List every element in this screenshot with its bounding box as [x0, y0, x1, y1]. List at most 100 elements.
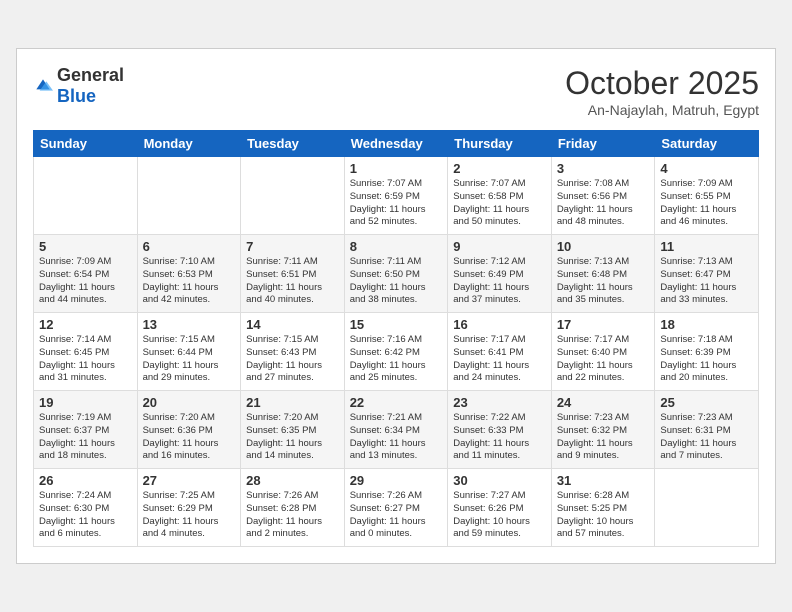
day-info: Sunrise: 7:22 AM Sunset: 6:33 PM Dayligh…: [453, 412, 546, 463]
calendar-cell: 18 Sunrise: 7:18 AM Sunset: 6:39 PM Dayli…: [655, 313, 759, 391]
day-info: Sunrise: 7:25 AM Sunset: 6:29 PM Dayligh…: [143, 490, 236, 541]
calendar-cell: 6 Sunrise: 7:10 AM Sunset: 6:53 PM Daylig…: [137, 235, 241, 313]
day-info: Sunrise: 7:27 AM Sunset: 6:26 PM Dayligh…: [453, 490, 546, 541]
calendar-cell: 10Sunrise: 7:13 AM Sunset: 6:48 PM Dayli…: [551, 235, 655, 313]
day-number: 8: [350, 239, 443, 254]
weekday-header-wednesday: Wednesday: [344, 131, 448, 157]
day-info: Sunrise: 7:14 AM Sunset: 6:45 PM Dayligh…: [39, 334, 132, 385]
day-info: Sunrise: 7:07 AM Sunset: 6:59 PM Dayligh…: [350, 178, 443, 229]
weekday-header-tuesday: Tuesday: [241, 131, 345, 157]
day-number: 22: [350, 395, 443, 410]
calendar-cell: 1 Sunrise: 7:07 AM Sunset: 6:59 PM Daylig…: [344, 157, 448, 235]
day-info: Sunrise: 7:10 AM Sunset: 6:53 PM Dayligh…: [143, 256, 236, 307]
calendar-cell: 8 Sunrise: 7:11 AM Sunset: 6:50 PM Daylig…: [344, 235, 448, 313]
week-row-2: 5 Sunrise: 7:09 AM Sunset: 6:54 PM Daylig…: [34, 235, 759, 313]
day-number: 7: [246, 239, 339, 254]
month-title: October 2025: [565, 65, 759, 102]
weekday-header-sunday: Sunday: [34, 131, 138, 157]
day-number: 4: [660, 161, 753, 176]
day-number: 31: [557, 473, 650, 488]
day-number: 19: [39, 395, 132, 410]
calendar-cell: [137, 157, 241, 235]
day-info: Sunrise: 7:26 AM Sunset: 6:28 PM Dayligh…: [246, 490, 339, 541]
day-info: Sunrise: 7:17 AM Sunset: 6:41 PM Dayligh…: [453, 334, 546, 385]
day-info: Sunrise: 7:09 AM Sunset: 6:54 PM Dayligh…: [39, 256, 132, 307]
day-number: 13: [143, 317, 236, 332]
calendar-cell: 13 Sunrise: 7:15 AM Sunset: 6:44 PM Dayli…: [137, 313, 241, 391]
day-number: 29: [350, 473, 443, 488]
day-number: 21: [246, 395, 339, 410]
calendar-cell: 2 Sunrise: 7:07 AM Sunset: 6:58 PM Daylig…: [448, 157, 552, 235]
calendar-cell: 26 Sunrise: 7:24 AM Sunset: 6:30 PM Dayli…: [34, 469, 138, 547]
calendar-cell: 19 Sunrise: 7:19 AM Sunset: 6:37 PM Dayli…: [34, 391, 138, 469]
calendar-cell: [655, 469, 759, 547]
day-info: Sunrise: 7:17 AM Sunset: 6:40 PM Dayligh…: [557, 334, 650, 385]
calendar-cell: 25Sunrise: 7:23 AM Sunset: 6:31 PM Dayli…: [655, 391, 759, 469]
weekday-header-friday: Friday: [551, 131, 655, 157]
calendar-cell: 9Sunrise: 7:12 AM Sunset: 6:49 PM Daylig…: [448, 235, 552, 313]
calendar-cell: 28Sunrise: 7:26 AM Sunset: 6:28 PM Dayli…: [241, 469, 345, 547]
calendar-cell: 4 Sunrise: 7:09 AM Sunset: 6:55 PM Daylig…: [655, 157, 759, 235]
day-info: Sunrise: 7:23 AM Sunset: 6:32 PM Dayligh…: [557, 412, 650, 463]
day-number: 23: [453, 395, 546, 410]
day-number: 3: [557, 161, 650, 176]
day-number: 6: [143, 239, 236, 254]
day-info: Sunrise: 7:18 AM Sunset: 6:39 PM Dayligh…: [660, 334, 753, 385]
calendar-cell: 3 Sunrise: 7:08 AM Sunset: 6:56 PM Daylig…: [551, 157, 655, 235]
day-info: Sunrise: 7:26 AM Sunset: 6:27 PM Dayligh…: [350, 490, 443, 541]
calendar-cell: [241, 157, 345, 235]
week-row-1: 1 Sunrise: 7:07 AM Sunset: 6:59 PM Daylig…: [34, 157, 759, 235]
calendar-cell: 11Sunrise: 7:13 AM Sunset: 6:47 PM Dayli…: [655, 235, 759, 313]
day-number: 18: [660, 317, 753, 332]
calendar-cell: 24 Sunrise: 7:23 AM Sunset: 6:32 PM Dayli…: [551, 391, 655, 469]
day-number: 17: [557, 317, 650, 332]
day-number: 30: [453, 473, 546, 488]
weekday-header-saturday: Saturday: [655, 131, 759, 157]
day-info: Sunrise: 7:24 AM Sunset: 6:30 PM Dayligh…: [39, 490, 132, 541]
logo-text: GeneralBlue: [57, 65, 124, 107]
calendar-cell: 23 Sunrise: 7:22 AM Sunset: 6:33 PM Dayli…: [448, 391, 552, 469]
weekday-header-row: SundayMondayTuesdayWednesdayThursdayFrid…: [34, 131, 759, 157]
calendar-cell: 16Sunrise: 7:17 AM Sunset: 6:41 PM Dayli…: [448, 313, 552, 391]
calendar-cell: 20 Sunrise: 7:20 AM Sunset: 6:36 PM Dayli…: [137, 391, 241, 469]
day-info: Sunrise: 7:11 AM Sunset: 6:51 PM Dayligh…: [246, 256, 339, 307]
day-number: 12: [39, 317, 132, 332]
day-number: 24: [557, 395, 650, 410]
day-info: Sunrise: 7:23 AM Sunset: 6:31 PM Dayligh…: [660, 412, 753, 463]
logo: GeneralBlue: [33, 65, 124, 107]
title-area: October 2025 An-Najaylah, Matruh, Egypt: [565, 65, 759, 118]
week-row-5: 26 Sunrise: 7:24 AM Sunset: 6:30 PM Dayli…: [34, 469, 759, 547]
day-number: 1: [350, 161, 443, 176]
day-info: Sunrise: 7:20 AM Sunset: 6:36 PM Dayligh…: [143, 412, 236, 463]
calendar-cell: 29 Sunrise: 7:26 AM Sunset: 6:27 PM Dayli…: [344, 469, 448, 547]
week-row-4: 19 Sunrise: 7:19 AM Sunset: 6:37 PM Dayli…: [34, 391, 759, 469]
location-subtitle: An-Najaylah, Matruh, Egypt: [565, 102, 759, 118]
day-info: Sunrise: 7:08 AM Sunset: 6:56 PM Dayligh…: [557, 178, 650, 229]
logo-text-blue: Blue: [57, 86, 96, 106]
day-number: 10: [557, 239, 650, 254]
day-number: 2: [453, 161, 546, 176]
day-number: 14: [246, 317, 339, 332]
day-number: 27: [143, 473, 236, 488]
weekday-header-monday: Monday: [137, 131, 241, 157]
day-info: Sunrise: 7:19 AM Sunset: 6:37 PM Dayligh…: [39, 412, 132, 463]
calendar-cell: [34, 157, 138, 235]
calendar-cell: 27 Sunrise: 7:25 AM Sunset: 6:29 PM Dayli…: [137, 469, 241, 547]
day-number: 5: [39, 239, 132, 254]
day-info: Sunrise: 7:07 AM Sunset: 6:58 PM Dayligh…: [453, 178, 546, 229]
day-number: 11: [660, 239, 753, 254]
day-number: 26: [39, 473, 132, 488]
logo-text-general: GeneralBlue: [57, 65, 124, 106]
day-number: 9: [453, 239, 546, 254]
calendar-cell: 14Sunrise: 7:15 AM Sunset: 6:43 PM Dayli…: [241, 313, 345, 391]
day-info: Sunrise: 7:16 AM Sunset: 6:42 PM Dayligh…: [350, 334, 443, 385]
day-number: 20: [143, 395, 236, 410]
calendar-cell: 22Sunrise: 7:21 AM Sunset: 6:34 PM Dayli…: [344, 391, 448, 469]
week-row-3: 12 Sunrise: 7:14 AM Sunset: 6:45 PM Dayli…: [34, 313, 759, 391]
day-info: Sunrise: 7:11 AM Sunset: 6:50 PM Dayligh…: [350, 256, 443, 307]
calendar-cell: 30 Sunrise: 7:27 AM Sunset: 6:26 PM Dayli…: [448, 469, 552, 547]
day-info: Sunrise: 7:09 AM Sunset: 6:55 PM Dayligh…: [660, 178, 753, 229]
calendar-cell: 31Sunrise: 6:28 AM Sunset: 5:25 PM Dayli…: [551, 469, 655, 547]
day-info: Sunrise: 7:15 AM Sunset: 6:44 PM Dayligh…: [143, 334, 236, 385]
weekday-header-thursday: Thursday: [448, 131, 552, 157]
